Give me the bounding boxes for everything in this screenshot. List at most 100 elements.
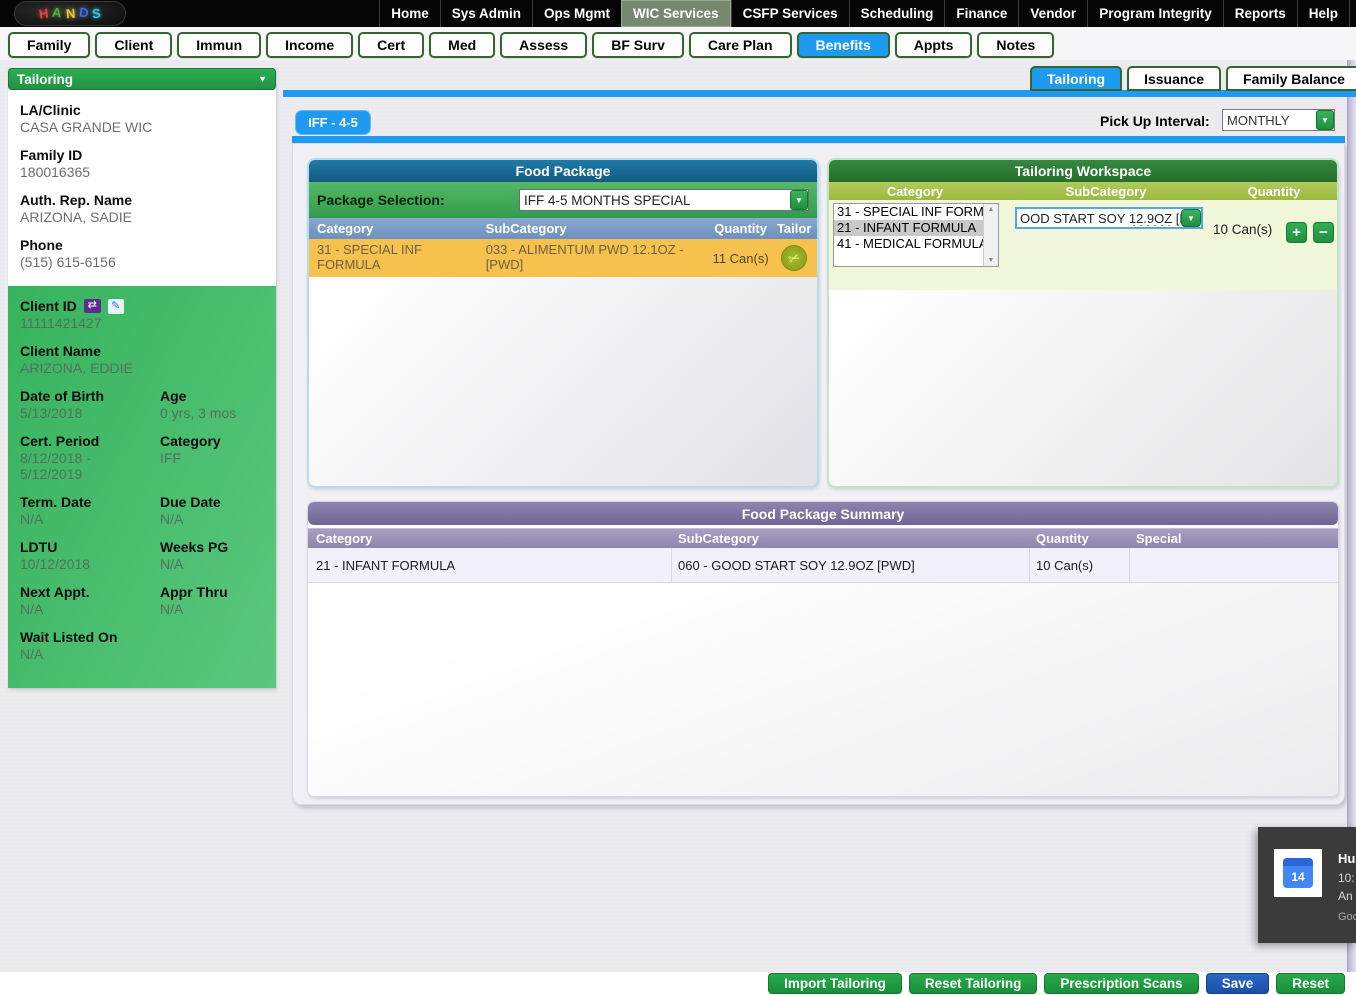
nav-home[interactable]: Home (379, 0, 440, 27)
field-value: 5/13/2018 (20, 405, 160, 421)
quantity-increase-button[interactable]: + (1286, 222, 1307, 243)
nav-csfp-services[interactable]: CSFP Services (731, 0, 849, 27)
summary-table-header: Category SubCategory Quantity Special (308, 528, 1338, 548)
subtab-tailoring[interactable]: Tailoring (1030, 66, 1122, 91)
field-value: 0 yrs, 3 mos (160, 405, 276, 421)
row-quantity: 10 Can(s) (1030, 548, 1130, 582)
category-option-selected[interactable]: 21 - INFANT FORMULA (834, 220, 998, 236)
field-value: N/A (20, 601, 160, 617)
logo-letter: S (92, 6, 102, 22)
column-header: Quantity (1030, 531, 1130, 546)
subtab-family-balance[interactable]: Family Balance (1226, 66, 1356, 91)
nav-sys-admin[interactable]: Sys Admin (440, 0, 532, 27)
scroll-down-icon[interactable]: ▼ (988, 257, 995, 264)
row-quantity: 11 Can(s) (710, 239, 772, 277)
notification-time: 10: (1338, 871, 1355, 885)
calendar-notification-toast[interactable]: 14 Hu 10: An Goo (1258, 827, 1356, 943)
chevron-down-icon[interactable]: ▼ (1181, 209, 1201, 227)
blue-divider-bar (283, 90, 1356, 97)
tab-bf-surv[interactable]: BF Surv (592, 32, 684, 58)
category-option[interactable]: 31 - SPECIAL INF FORMU (834, 204, 998, 220)
tab-med[interactable]: Med (429, 32, 495, 58)
food-package-row[interactable]: 31 - SPECIAL INF FORMULA 033 - ALIMENTUM… (309, 239, 817, 277)
field-label: Client ID (20, 298, 77, 314)
food-package-period-tab[interactable]: IFF - 4-5 (295, 110, 371, 135)
field-value: N/A (160, 601, 276, 617)
listbox-scrollbar[interactable]: ▲ ▼ (983, 204, 998, 266)
tab-income[interactable]: Income (266, 32, 353, 58)
hands-logo: H A N D S (14, 1, 126, 26)
client-field: Cert. Period 8/12/2018 - 5/12/2019 (20, 433, 160, 482)
tab-appts[interactable]: Appts (895, 32, 973, 58)
column-header: Quantity (710, 221, 772, 236)
field-label: Cert. Period (20, 433, 160, 449)
quantity-decrease-button[interactable]: − (1313, 222, 1334, 243)
tab-family[interactable]: Family (8, 32, 90, 58)
logo-letter: N (65, 6, 76, 22)
row-tailor-cell: ✂ (771, 239, 817, 277)
category-option[interactable]: 41 - MEDICAL FORMULA (834, 236, 998, 252)
swap-client-icon[interactable]: ⇄ (84, 299, 101, 313)
row-subcategory: 033 - ALIMENTUM PWD 12.1OZ - [PWD] (482, 239, 710, 277)
subcategory-combo-input[interactable]: OOD START SOY 12.9OZ [P ▼ (1015, 207, 1203, 229)
sidebar-section-dropdown[interactable]: Tailoring ▼ (8, 68, 276, 90)
tab-benefits[interactable]: Benefits (797, 32, 890, 58)
column-header: Category (308, 531, 672, 546)
import-tailoring-button[interactable]: Import Tailoring (768, 973, 902, 994)
field-label: Client Name (20, 343, 276, 359)
column-header: Quantity (1211, 184, 1337, 199)
chevron-down-icon[interactable]: ▼ (790, 190, 808, 210)
nav-finance[interactable]: Finance (944, 0, 1018, 27)
benefit-subtabs: Tailoring Issuance Family Balance (1030, 66, 1356, 91)
column-header: Category (829, 184, 1001, 199)
column-header: Category (309, 221, 482, 236)
pickup-interval-value: MONTHLY (1223, 113, 1316, 128)
pickup-interval-select[interactable]: MONTHLY ▼ (1222, 109, 1335, 131)
reset-button[interactable]: Reset (1276, 973, 1345, 994)
workspace-table-header: Category SubCategory Quantity (829, 182, 1337, 200)
client-info-section: Client ID ⇄ ✎ 11111421427 Client Name AR… (8, 286, 276, 688)
logo-letter: H (38, 5, 49, 21)
package-selection-value: IFF 4-5 MONTHS SPECIAL (520, 193, 790, 208)
module-tabs: Family Client Immun Income Cert Med Asse… (8, 32, 1054, 58)
tab-care-plan[interactable]: Care Plan (689, 32, 792, 58)
top-nav-items: Home Sys Admin Ops Mgmt WIC Services CSF… (379, 0, 1356, 27)
nav-ops-mgmt[interactable]: Ops Mgmt (532, 0, 621, 27)
tab-client[interactable]: Client (95, 32, 172, 58)
nav-help[interactable]: Help (1297, 0, 1350, 27)
nav-vendor[interactable]: Vendor (1018, 0, 1087, 27)
client-field: Next Appt. N/A (20, 584, 160, 617)
tab-cert[interactable]: Cert (358, 32, 424, 58)
field-value: N/A (160, 556, 276, 572)
nav-wic-services[interactable]: WIC Services (621, 0, 731, 27)
field-value: N/A (20, 646, 160, 662)
top-nav-bar: H A N D S Home Sys Admin Ops Mgmt WIC Se… (0, 0, 1356, 27)
notification-title: Hu (1338, 851, 1355, 866)
tab-assess[interactable]: Assess (500, 32, 587, 58)
food-package-panel: Food Package Package Selection: IFF 4-5 … (307, 158, 819, 488)
logo-letter: D (78, 4, 89, 20)
nav-program-integrity[interactable]: Program Integrity (1087, 0, 1223, 27)
subtab-issuance[interactable]: Issuance (1127, 66, 1221, 91)
family-info-section: LA/Clinic CASA GRANDE WIC Family ID 1800… (8, 90, 276, 286)
sidebar-section-label: Tailoring (17, 72, 73, 87)
tailor-scissors-button[interactable]: ✂ (778, 241, 811, 274)
edit-icon[interactable]: ✎ (108, 299, 124, 314)
category-listbox[interactable]: 31 - SPECIAL INF FORMU 21 - INFANT FORMU… (833, 203, 999, 267)
field-value: CASA GRANDE WIC (20, 119, 276, 135)
column-header: SubCategory (1001, 184, 1211, 199)
scroll-up-icon[interactable]: ▲ (988, 206, 995, 213)
chevron-down-icon[interactable]: ▼ (1316, 110, 1334, 130)
prescription-scans-button[interactable]: Prescription Scans (1044, 973, 1198, 994)
subcategory-combo-value: OOD START SOY 12.9OZ [P (1017, 211, 1181, 226)
package-selection-select[interactable]: IFF 4-5 MONTHS SPECIAL ▼ (519, 189, 809, 211)
reset-tailoring-button[interactable]: Reset Tailoring (909, 973, 1038, 994)
nav-reports[interactable]: Reports (1223, 0, 1297, 27)
save-button[interactable]: Save (1206, 973, 1270, 994)
info-field: Family ID 180016365 (20, 147, 276, 180)
field-label: Phone (20, 237, 276, 253)
tab-immun[interactable]: Immun (177, 32, 261, 58)
tab-notes[interactable]: Notes (977, 32, 1054, 58)
nav-scheduling[interactable]: Scheduling (849, 0, 945, 27)
client-id-value: 11111421427 (20, 315, 276, 331)
